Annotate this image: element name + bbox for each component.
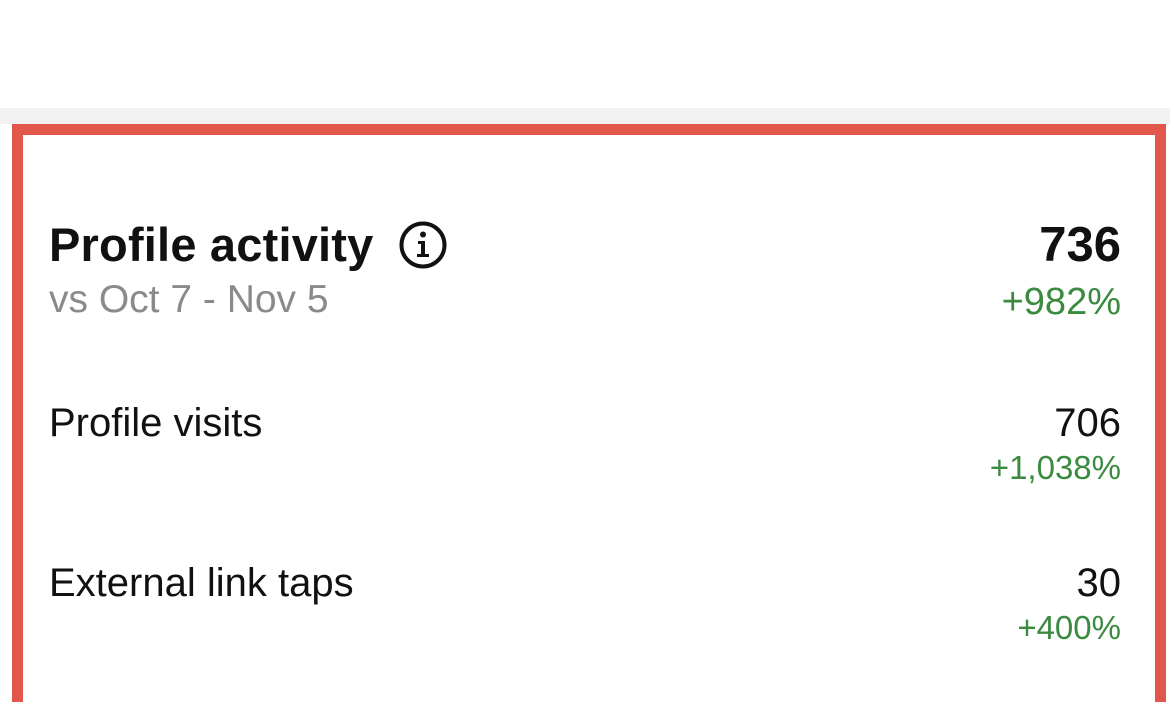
section-divider: [0, 108, 1170, 124]
total-value: 736: [1039, 218, 1121, 272]
info-icon[interactable]: [398, 220, 448, 270]
metric-change: +400%: [1017, 609, 1121, 646]
title-wrap: Profile activity: [49, 217, 448, 273]
profile-activity-title: Profile activity: [49, 218, 374, 271]
total-change: +982%: [1001, 281, 1121, 323]
top-blank-area: [0, 0, 1170, 108]
insights-page: Profile activity vs Oct 7 - Nov 5 736 +9…: [0, 0, 1170, 702]
metric-value: 30: [1076, 561, 1122, 605]
metric-change: +1,038%: [989, 449, 1121, 486]
comparison-range: vs Oct 7 - Nov 5: [49, 278, 329, 321]
metric-value: 706: [1054, 401, 1121, 445]
profile-activity-card: Profile activity vs Oct 7 - Nov 5 736 +9…: [12, 124, 1166, 702]
metric-label: External link taps: [49, 561, 354, 605]
metric-label: Profile visits: [49, 401, 263, 445]
